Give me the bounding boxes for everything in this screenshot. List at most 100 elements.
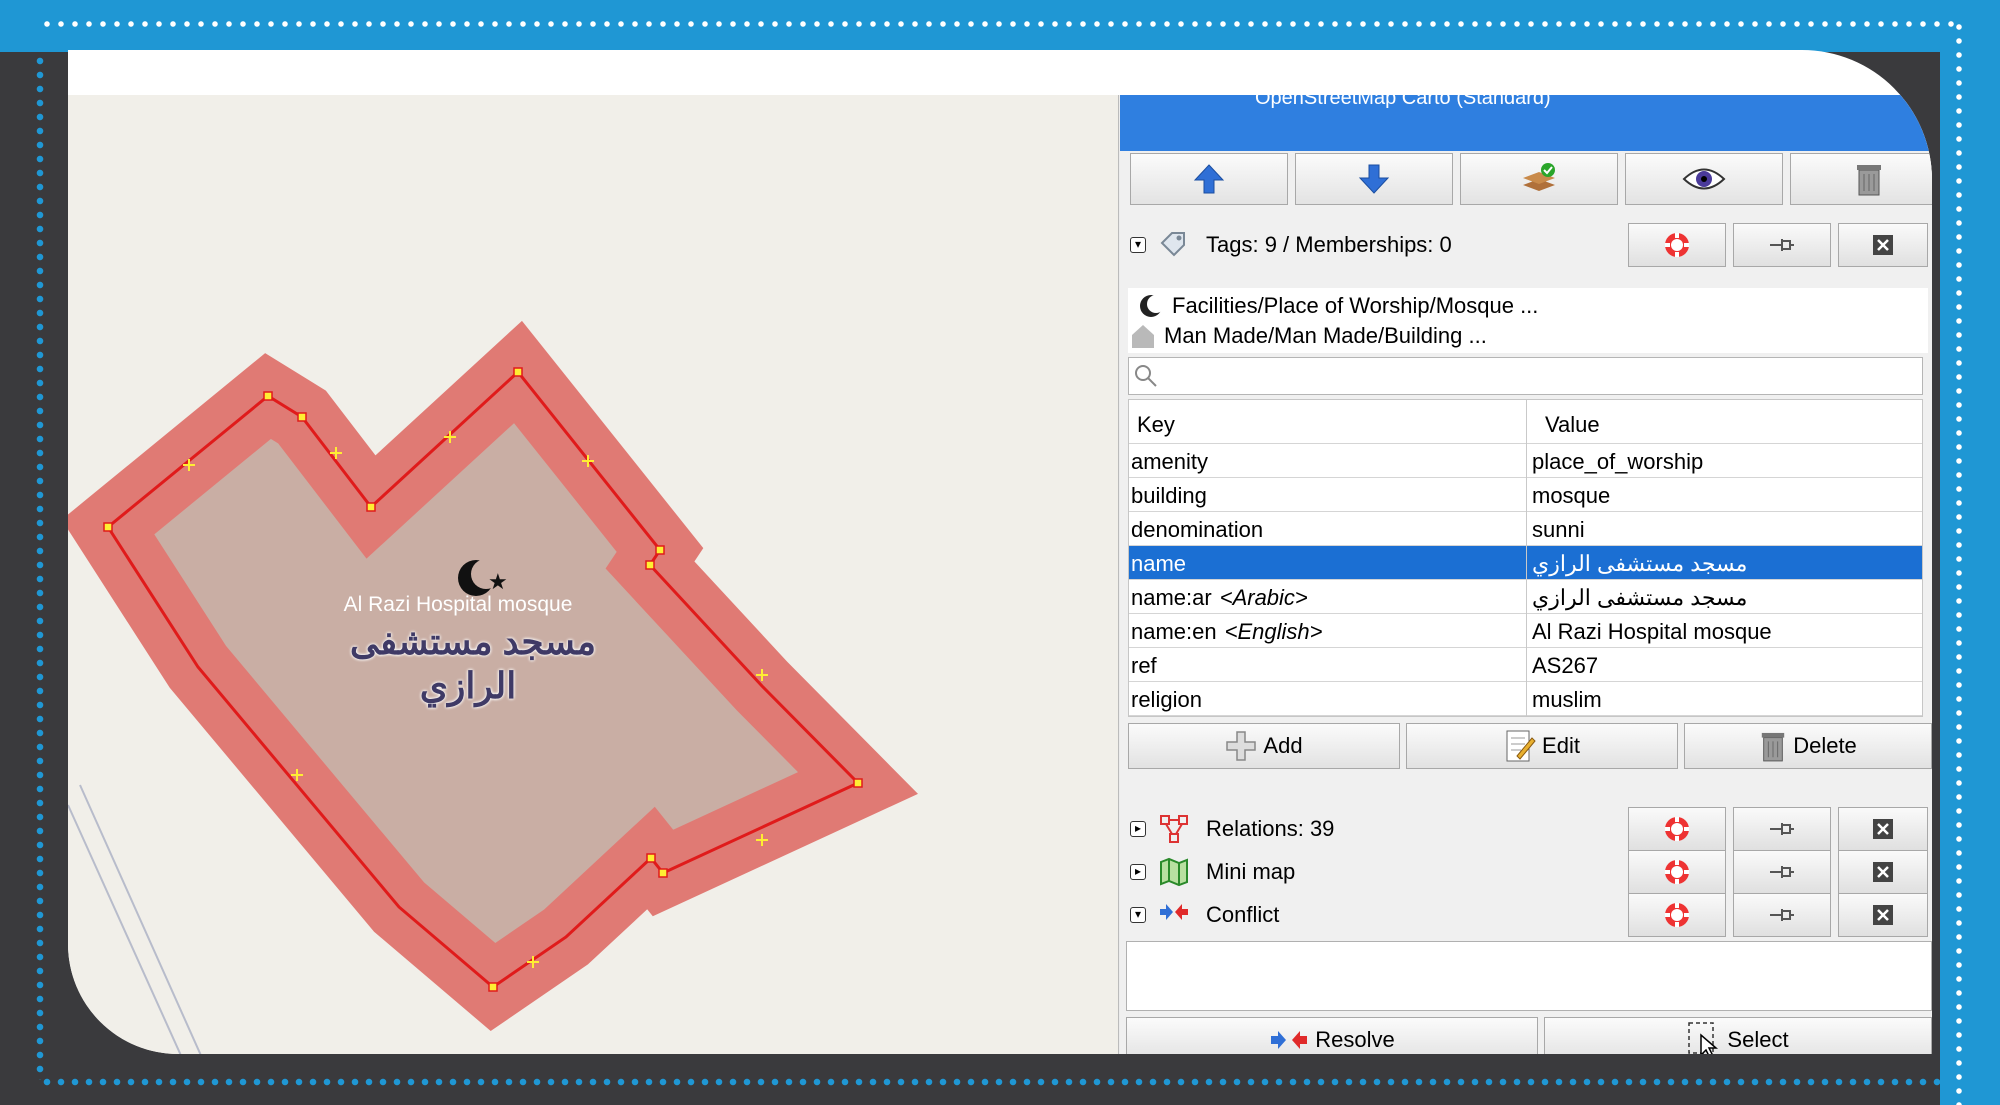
pin-icon: [1770, 823, 1794, 835]
tag-key: denomination: [1131, 517, 1264, 542]
map-icon: [1160, 857, 1188, 887]
minimap-close-button[interactable]: [1838, 850, 1928, 894]
conflict-arrows-icon: [1160, 904, 1188, 920]
resolve-button[interactable]: Resolve: [1126, 1017, 1538, 1054]
conflict-detach-button[interactable]: [1733, 893, 1831, 937]
table-row[interactable]: building mosque: [1129, 478, 1922, 512]
tag-key: building: [1131, 483, 1207, 508]
add-tag-label: Add: [1263, 733, 1303, 758]
edit-tag-label: Edit: [1542, 733, 1580, 758]
tag-value: sunni: [1532, 517, 1585, 542]
select-label: Select: [1727, 1027, 1789, 1052]
side-panel: OpenStreetMap Carto (Standard) ▾ Tags: 9…: [1120, 95, 1932, 1054]
relations-icon: [1160, 815, 1188, 843]
table-row[interactable]: amenity place_of_worship: [1129, 444, 1922, 478]
tags-panel-header[interactable]: ▾ Tags: 9 / Memberships: 0: [1128, 223, 1928, 267]
svg-text:★: ★: [488, 570, 508, 595]
tag-key: name: [1131, 551, 1187, 576]
collapse-toggle-icon[interactable]: ▾: [1130, 907, 1146, 923]
select-cursor-icon: [1688, 1022, 1719, 1054]
tag-search-input[interactable]: [1128, 357, 1923, 395]
tag-value: Al Razi Hospital mosque: [1532, 619, 1772, 644]
expand-toggle-icon[interactable]: ▸: [1130, 821, 1146, 837]
column-header-value[interactable]: Value: [1545, 412, 1600, 438]
pin-icon: [1770, 866, 1794, 878]
add-tag-button[interactable]: Add: [1128, 723, 1400, 769]
map-view[interactable]: ★ Al Razi Hospital mosque مسجد مستشفى ال…: [68, 95, 1118, 1054]
table-row[interactable]: denomination sunni: [1129, 512, 1922, 546]
preset-label: Man Made/Man Made/Building ...: [1164, 323, 1487, 348]
tag-value: مسجد مستشفى الرازي: [1532, 585, 1748, 610]
conflict-panel-header[interactable]: ▾ Conflict: [1128, 893, 1928, 937]
delete-tag-label: Delete: [1793, 733, 1857, 758]
move-up-button[interactable]: [1130, 153, 1288, 205]
relations-detach-button[interactable]: [1733, 807, 1831, 851]
tag-key: ref: [1131, 653, 1157, 678]
tags-panel-title: Tags: 9 / Memberships: 0: [1206, 232, 1452, 257]
decorative-dots-bottom: [40, 1078, 1940, 1086]
minimap-help-button[interactable]: [1628, 850, 1726, 894]
minimap-detach-button[interactable]: [1733, 850, 1831, 894]
pin-icon: [1770, 239, 1794, 251]
decorative-dots-top: [40, 20, 1960, 28]
move-down-button[interactable]: [1295, 153, 1453, 205]
tags-help-button[interactable]: [1628, 223, 1726, 267]
tag-value: place_of_worship: [1532, 449, 1704, 474]
toggle-visibility-button[interactable]: [1625, 153, 1783, 205]
tag-key: name:ar <Arabic>: [1131, 585, 1308, 610]
tag-key: religion: [1131, 687, 1202, 712]
tag-key: amenity: [1131, 449, 1209, 474]
conflict-close-button[interactable]: [1838, 893, 1928, 937]
preset-building[interactable]: Man Made/Man Made/Building ...: [1130, 322, 1487, 350]
expand-toggle-icon[interactable]: ▸: [1130, 864, 1146, 880]
tags-detach-button[interactable]: [1733, 223, 1831, 267]
layer-list-row[interactable]: OpenStreetMap Carto (Standard): [1120, 95, 1932, 151]
conflict-actions: Resolve Select: [1126, 1017, 1932, 1054]
relations-panel-title: Relations: 39: [1206, 816, 1335, 841]
collapse-toggle-icon[interactable]: ▾: [1130, 237, 1146, 253]
conflict-panel-title: Conflict: [1206, 902, 1280, 927]
trash-icon: [1857, 165, 1881, 196]
crescent-icon: [1140, 295, 1164, 317]
minimap-panel-header[interactable]: ▸ Mini map: [1128, 850, 1928, 894]
edit-tag-button[interactable]: Edit: [1406, 723, 1678, 769]
map-label-arabic-line2: الرازي: [419, 665, 517, 706]
close-icon: [1873, 235, 1893, 255]
search-icon: [1135, 365, 1157, 387]
conflict-help-button[interactable]: [1628, 893, 1726, 937]
minimap-panel-title: Mini map: [1206, 859, 1296, 884]
activate-layer-button[interactable]: [1460, 153, 1618, 205]
tags-close-button[interactable]: [1838, 223, 1928, 267]
close-icon: [1873, 862, 1893, 882]
table-row[interactable]: name:en <English> Al Razi Hospital mosque: [1129, 614, 1922, 648]
frame-right-band: [1940, 0, 2000, 1105]
decorative-dots-right: [1955, 20, 1963, 1105]
close-icon: [1873, 819, 1893, 839]
layers-check-icon: [1523, 163, 1555, 191]
table-row[interactable]: ref AS267: [1129, 648, 1922, 682]
preset-label: Facilities/Place of Worship/Mosque ...: [1172, 293, 1539, 318]
table-row[interactable]: name:ar <Arabic> مسجد مستشفى الرازي: [1129, 580, 1922, 614]
delete-layer-button[interactable]: [1790, 153, 1932, 205]
layer-name: OpenStreetMap Carto (Standard): [1255, 95, 1551, 109]
relations-panel-header[interactable]: ▸ Relations: 39: [1128, 807, 1928, 851]
tag-table: Key Value amenity place_of_worship build…: [1128, 399, 1923, 717]
select-button[interactable]: Select: [1544, 1017, 1932, 1054]
conflict-list[interactable]: [1126, 941, 1932, 1011]
lifebuoy-icon: [1665, 903, 1689, 927]
table-row-selected[interactable]: name مسجد مستشفى الرازي: [1129, 546, 1922, 580]
relations-close-button[interactable]: [1838, 807, 1928, 851]
close-icon: [1873, 905, 1893, 925]
tag-actions: Add Edit Delete: [1128, 723, 1932, 771]
preset-mosque[interactable]: Facilities/Place of Worship/Mosque ...: [1138, 292, 1538, 320]
resolve-label: Resolve: [1315, 1027, 1395, 1052]
delete-tag-button[interactable]: Delete: [1684, 723, 1932, 769]
table-row[interactable]: religion muslim: [1129, 682, 1922, 716]
column-header-key[interactable]: Key: [1137, 412, 1175, 438]
lifebuoy-icon: [1665, 860, 1689, 884]
relations-help-button[interactable]: [1628, 807, 1726, 851]
map-canvas[interactable]: [68, 95, 1118, 1054]
edit-icon: [1506, 730, 1536, 762]
tag-key: name:en <English>: [1131, 619, 1323, 644]
house-icon: [1132, 325, 1154, 348]
